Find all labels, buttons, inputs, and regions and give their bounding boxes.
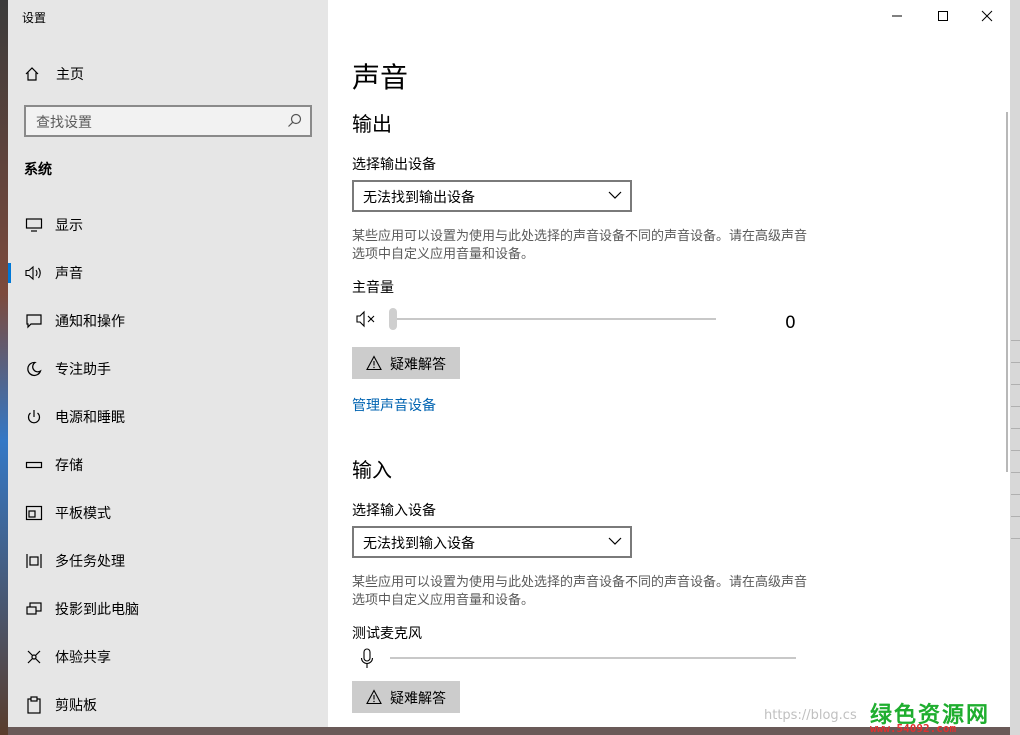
sidebar-item-label: 电源和睡眠 xyxy=(55,410,125,426)
sidebar-item-label: 存储 xyxy=(55,458,83,474)
desktop-background-right xyxy=(1010,0,1020,735)
page-title: 声音 xyxy=(352,61,409,94)
troubleshoot-label: 疑难解答 xyxy=(390,691,446,707)
moon-icon xyxy=(24,359,44,379)
sidebar-item-project[interactable]: 投影到此电脑 xyxy=(8,591,328,627)
multitask-icon xyxy=(24,551,44,571)
warning-icon xyxy=(366,355,382,371)
sidebar-item-storage[interactable]: 存储 xyxy=(8,447,328,483)
sidebar-item-display[interactable]: 显示 xyxy=(8,207,328,243)
troubleshoot-label: 疑难解答 xyxy=(390,357,446,373)
input-device-label: 选择输入设备 xyxy=(352,503,436,519)
sidebar-item-tablet[interactable]: 平板模式 xyxy=(8,495,328,531)
sidebar-item-label: 剪贴板 xyxy=(55,698,97,714)
chevron-down-icon xyxy=(608,191,622,199)
mic-test-label: 测试麦克风 xyxy=(352,626,422,642)
app-title: 设置 xyxy=(22,11,47,25)
sidebar-item-label: 多任务处理 xyxy=(55,554,125,570)
input-device-dropdown[interactable]: 无法找到输入设备 xyxy=(352,526,632,558)
output-device-value: 无法找到输出设备 xyxy=(363,190,475,206)
search-icon xyxy=(286,112,304,130)
display-icon xyxy=(24,215,44,235)
manage-sound-devices-link[interactable]: 管理声音设备 xyxy=(352,395,436,415)
output-troubleshoot-button[interactable]: 疑难解答 xyxy=(352,347,460,379)
chevron-down-icon xyxy=(608,537,622,545)
storage-icon xyxy=(24,455,44,475)
main-content: 声音 输出 选择输出设备 无法找到输出设备 某些应用可以设置为使用与此处选择的声… xyxy=(352,0,1002,727)
sidebar-item-notifications[interactable]: 通知和操作 xyxy=(8,303,328,339)
sidebar-item-shared-experiences[interactable]: 体验共享 xyxy=(8,639,328,675)
input-troubleshoot-button[interactable]: 疑难解答 xyxy=(352,681,460,713)
share-icon xyxy=(24,647,44,667)
sidebar-item-label: 声音 xyxy=(55,266,83,282)
sidebar-item-label: 专注助手 xyxy=(55,362,111,378)
sidebar-item-multitasking[interactable]: 多任务处理 xyxy=(8,543,328,579)
input-description: 某些应用可以设置为使用与此处选择的声音设备不同的声音设备。请在高级声音选项中自定… xyxy=(352,575,808,608)
project-icon xyxy=(24,599,44,619)
power-icon xyxy=(24,407,44,427)
search-input[interactable]: 查找设置 xyxy=(24,105,312,137)
output-heading: 输出 xyxy=(352,112,392,136)
output-description: 某些应用可以设置为使用与此处选择的声音设备不同的声音设备。请在高级声音选项中自定… xyxy=(352,229,808,262)
sidebar-item-label: 体验共享 xyxy=(55,650,111,666)
sidebar-item-sound[interactable]: 声音 xyxy=(8,255,328,291)
search-placeholder: 查找设置 xyxy=(36,115,92,131)
brand-url-watermark: www.54092.com xyxy=(870,722,957,735)
warning-icon xyxy=(366,689,382,705)
vertical-scrollbar[interactable] xyxy=(1006,112,1008,472)
desktop-background-left xyxy=(0,0,8,735)
tablet-icon xyxy=(24,503,44,523)
sidebar-item-label: 通知和操作 xyxy=(55,314,125,330)
microphone-icon xyxy=(360,648,374,668)
input-heading: 输入 xyxy=(352,458,392,482)
mic-level-meter xyxy=(390,657,796,659)
input-device-value: 无法找到输入设备 xyxy=(363,536,475,552)
output-device-label: 选择输出设备 xyxy=(352,157,436,173)
volume-value: 0 xyxy=(785,313,796,333)
sidebar-item-home[interactable]: 主页 xyxy=(22,64,84,84)
section-title-system: 系统 xyxy=(24,162,52,178)
csdn-watermark: https://blog.cs xyxy=(764,708,857,723)
home-icon xyxy=(22,64,42,84)
sidebar-item-label: 平板模式 xyxy=(55,506,111,522)
clipboard-icon xyxy=(24,695,44,715)
sidebar-item-clipboard[interactable]: 剪贴板 xyxy=(8,687,328,723)
sidebar-item-focus-assist[interactable]: 专注助手 xyxy=(8,351,328,387)
sidebar-item-label: 投影到此电脑 xyxy=(55,602,139,618)
master-volume-label: 主音量 xyxy=(352,280,394,296)
sidebar: 设置 主页 查找设置 系统 显示 声音 通知和操作 专注助手 电源和睡眠 存储 … xyxy=(8,0,328,727)
volume-slider-track[interactable] xyxy=(390,318,716,320)
notification-icon xyxy=(24,311,44,331)
sidebar-item-power[interactable]: 电源和睡眠 xyxy=(8,399,328,435)
speaker-icon xyxy=(24,263,44,283)
settings-window: 设置 主页 查找设置 系统 显示 声音 通知和操作 专注助手 电源和睡眠 存储 … xyxy=(8,0,1010,727)
volume-slider-thumb[interactable] xyxy=(389,308,397,330)
home-label: 主页 xyxy=(56,67,84,83)
speaker-muted-icon[interactable] xyxy=(356,310,378,328)
output-device-dropdown[interactable]: 无法找到输出设备 xyxy=(352,180,632,212)
sidebar-item-label: 显示 xyxy=(55,218,83,234)
